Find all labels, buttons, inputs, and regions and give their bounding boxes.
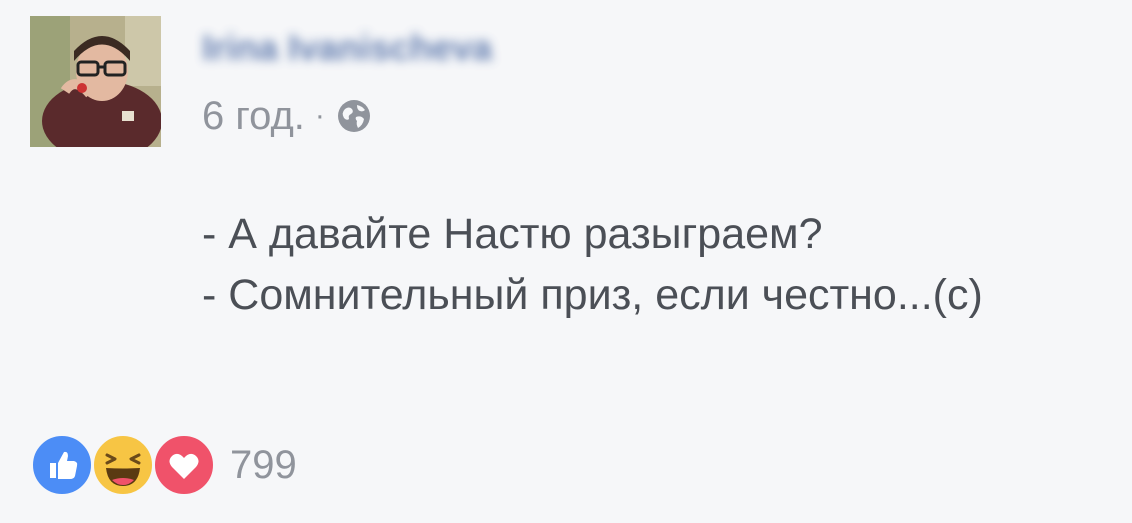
post-text: - А давайте Настю разыграем? - Сомнитель…: [202, 204, 983, 326]
post-meta: 6 год. ·: [202, 94, 373, 138]
reactions-bar[interactable]: 799: [30, 432, 297, 498]
love-icon: [152, 433, 216, 497]
meta-separator: ·: [314, 99, 325, 132]
globe-icon[interactable]: [335, 97, 373, 135]
author-name[interactable]: Irina Ivanischeva: [202, 27, 492, 69]
like-icon: [30, 433, 94, 497]
post-text-line: - Сомнительный приз, если честно...(c): [202, 271, 983, 319]
haha-icon: [91, 433, 155, 497]
post-text-line: - А давайте Настю разыграем?: [202, 210, 823, 258]
reaction-count[interactable]: 799: [230, 443, 297, 488]
post-card: Irina Ivanischeva 6 год. · - А давайте Н…: [0, 0, 1132, 523]
post-timestamp[interactable]: 6 год.: [202, 94, 305, 139]
author-avatar[interactable]: [30, 16, 161, 147]
